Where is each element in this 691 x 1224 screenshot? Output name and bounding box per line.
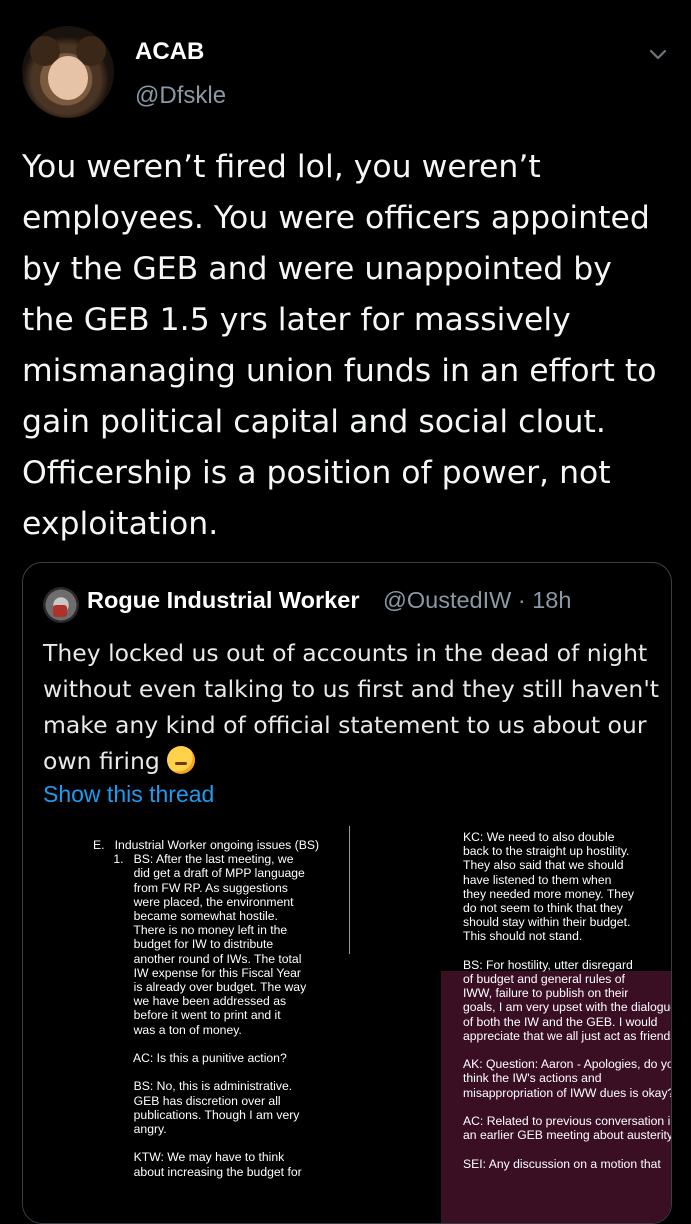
avatar-face: [48, 56, 88, 100]
tweet-text: You weren’t fired lol, you weren’t emplo…: [22, 149, 667, 542]
document-right-column: KC: We need to also double back to the s…: [463, 830, 672, 1171]
avatar[interactable]: [22, 26, 114, 118]
quoted-author-meta: @OustedIW · 18h: [383, 587, 571, 614]
quoted-author-handle: @OustedIW: [383, 587, 512, 613]
document-left-column: E. Industrial Worker ongoing issues (BS)…: [93, 838, 320, 1179]
tweet-header: ACAB @Dfskle: [22, 26, 672, 126]
quoted-avatar: [43, 587, 79, 623]
show-thread-link[interactable]: Show this thread: [43, 781, 214, 808]
quoted-text-block: They locked us out of accounts in the de…: [43, 635, 663, 779]
thinking-face-icon: [167, 746, 196, 774]
quoted-timestamp: · 18h: [517, 587, 572, 613]
attached-document-image[interactable]: E. Industrial Worker ongoing issues (BS)…: [23, 818, 671, 1223]
author-handle[interactable]: @Dfskle: [135, 82, 226, 110]
avatar-flag: [53, 605, 67, 617]
quoted-author-name: Rogue Industrial Worker: [87, 587, 360, 613]
author-name[interactable]: ACAB: [135, 38, 204, 66]
chevron-down-icon[interactable]: [646, 42, 670, 66]
quoted-text: They locked us out of accounts in the de…: [43, 639, 659, 775]
column-divider: [349, 826, 350, 954]
quoted-tweet[interactable]: Rogue Industrial Worker @OustedIW · 18h …: [22, 562, 672, 1224]
